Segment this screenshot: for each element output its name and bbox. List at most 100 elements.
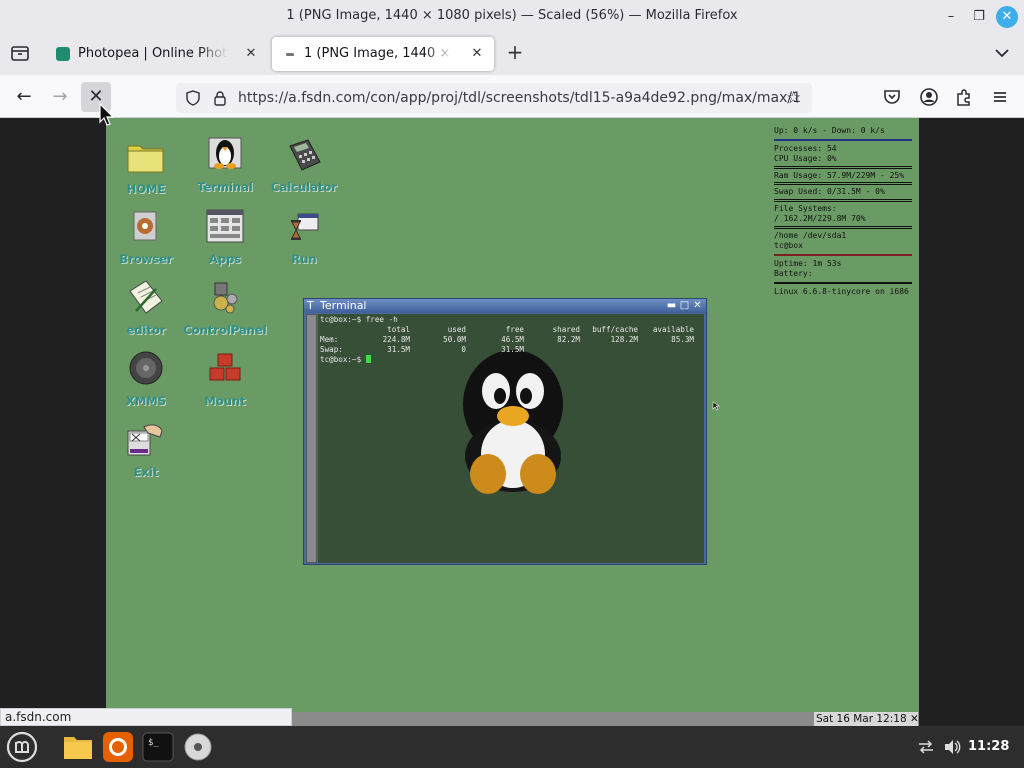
- xmms-icon: [129, 351, 163, 385]
- url-bar[interactable]: https://a.fsdn.com/con/app/proj/tdl/scre…: [176, 83, 812, 113]
- tux-wallpaper-icon: [463, 350, 563, 494]
- conky-cpu-bar: [774, 165, 912, 169]
- desktop-icon-label: ControlPanel: [183, 323, 267, 337]
- conky-processes: Processes: 54: [774, 143, 837, 153]
- conky-home-user: tc@box: [774, 241, 803, 250]
- desktop-icon-apps[interactable]: Apps: [185, 208, 265, 276]
- close-window-button[interactable]: ✕: [996, 6, 1018, 28]
- terminal-scrollbar[interactable]: [306, 314, 317, 563]
- free-cell: 85.3M: [671, 335, 694, 344]
- desktop-icon-label: Calculator: [271, 180, 337, 194]
- desktop-icon-label: Run: [291, 252, 317, 266]
- shield-icon[interactable]: [185, 90, 201, 106]
- desktop-icon-run[interactable]: Run: [264, 208, 344, 276]
- desktop-icon-browser[interactable]: Browser: [106, 208, 186, 276]
- conky-swap: Swap Used: 0/31.5M - 0%: [774, 187, 885, 196]
- tab-close-button[interactable]: ✕: [242, 45, 260, 63]
- photopea-favicon-icon: [56, 47, 70, 61]
- firefox-view-icon[interactable]: [8, 41, 32, 65]
- editor-icon: [129, 280, 163, 314]
- desktop-icon-editor[interactable]: editor: [106, 279, 186, 347]
- conky-ram: Ram Usage: 57.9M/229M - 25%: [774, 170, 905, 180]
- free-row-label: Swap:: [320, 345, 343, 354]
- desktop-icon-terminal[interactable]: Terminal: [185, 136, 265, 204]
- volume-icon[interactable]: [943, 739, 961, 755]
- free-cell: 31.5M: [501, 345, 524, 354]
- tab-photopea[interactable]: Photopea | Online Photo Editor ✕: [46, 37, 268, 71]
- pocket-icon[interactable]: [882, 87, 902, 107]
- tab-close-button[interactable]: ✕: [468, 45, 486, 63]
- firefox-icon[interactable]: [102, 731, 134, 763]
- tab-label: 1 (PNG Image, 1440 × 1080 pixels): [304, 46, 454, 61]
- terminal-icon[interactable]: $_: [142, 731, 174, 763]
- terminal-cursor: [365, 355, 371, 363]
- desktop-icon-mount[interactable]: Mount: [185, 350, 265, 418]
- free-cell: 224.8M: [382, 335, 410, 344]
- terminal-command-line: tc@box:~$ free -h: [320, 315, 398, 324]
- url-text: https://a.fsdn.com/con/app/proj/tdl/scre…: [238, 90, 802, 106]
- terminal-titlebar[interactable]: T Terminal ▬ □ ✕: [304, 299, 706, 313]
- files-icon[interactable]: [62, 731, 94, 763]
- conky-separator: [774, 281, 912, 284]
- network-icon[interactable]: [917, 739, 935, 755]
- mouse-cursor-icon: [99, 102, 115, 126]
- conky-swap-bar: [774, 198, 912, 202]
- new-tab-button[interactable]: +: [503, 41, 527, 65]
- conky-separator: [774, 253, 912, 256]
- free-cell: 82.2M: [557, 335, 580, 344]
- system-taskbar: $_ 11:28: [0, 726, 1024, 768]
- free-cell: 46.5M: [501, 335, 524, 344]
- minimize-button[interactable]: –: [940, 6, 962, 28]
- menu-icon[interactable]: [990, 87, 1010, 107]
- system-clock[interactable]: 11:28: [968, 739, 1009, 754]
- tab-png-image[interactable]: 1 (PNG Image, 1440 × 1080 pixels) ✕: [272, 37, 494, 71]
- extensions-icon[interactable]: [954, 87, 974, 107]
- free-cell: 128.2M: [610, 335, 638, 344]
- desktop-icon-exit[interactable]: Exit: [106, 421, 186, 489]
- mouse-pointer-icon: [712, 401, 720, 411]
- disc-icon[interactable]: [182, 731, 214, 763]
- control-panel-icon: [213, 282, 238, 314]
- free-column-header: shared: [552, 325, 580, 334]
- terminal-prompt: tc@box:~$: [320, 355, 366, 364]
- conky-system-monitor: Up: 0 k/s - Down: 0 k/s Processes: 54 CP…: [774, 126, 912, 297]
- conky-home: /home /dev/sda1: [774, 230, 847, 240]
- free-column-header: available: [652, 325, 694, 334]
- conky-uptime: Uptime: 1m 53s: [774, 258, 842, 268]
- free-column-header: total: [387, 325, 410, 334]
- conky-fs-label: File Systems:: [774, 203, 837, 213]
- desktop-icon-label: Exit: [133, 465, 159, 479]
- run-icon: [291, 213, 319, 240]
- free-cell: 50.0M: [443, 335, 466, 344]
- bookmark-star-button[interactable]: ☆: [786, 88, 801, 108]
- maximize-button[interactable]: ❐: [968, 6, 990, 28]
- chevron-down-icon[interactable]: [992, 43, 1012, 63]
- terminal-window[interactable]: T Terminal ▬ □ ✕ tc@box:~$ free -h total…: [303, 298, 707, 565]
- conky-fs-bar: [774, 225, 912, 229]
- lock-icon[interactable]: [212, 90, 228, 106]
- window-titlebar: 1 (PNG Image, 1440 × 1080 pixels) — Scal…: [0, 0, 1024, 33]
- page-content: HOME Terminal Calculator Browser Apps Ru…: [0, 118, 1024, 728]
- terminal-minimize-button[interactable]: ▬: [666, 300, 677, 311]
- free-column-header: buff/cache: [592, 325, 638, 334]
- desktop-icon-label: Mount: [204, 394, 246, 408]
- navigation-toolbar: ← → ✕ https://a.fsdn.com/con/app/proj/td…: [0, 75, 1024, 118]
- terminal-close-button[interactable]: ✕: [692, 300, 703, 311]
- desktop-icon-control-panel[interactable]: ControlPanel: [183, 279, 267, 347]
- tinycore-clock: Sat 16 Mar 12:18 ✕: [814, 712, 919, 726]
- terminal-screen[interactable]: tc@box:~$ free -h total used free shared buf…: [318, 314, 704, 563]
- desktop-icon-home[interactable]: HOME: [106, 138, 186, 206]
- folder-icon: [127, 145, 164, 173]
- conky-net: Up: 0 k/s - Down: 0 k/s: [774, 126, 885, 135]
- back-button[interactable]: ←: [9, 82, 39, 112]
- desktop-icon-calculator[interactable]: Calculator: [264, 136, 344, 204]
- desktop-icon-xmms[interactable]: XMMS: [106, 350, 186, 418]
- terminal-maximize-button[interactable]: □: [679, 300, 690, 311]
- account-icon[interactable]: [919, 87, 939, 107]
- conky-ram-bar: [774, 182, 912, 185]
- forward-button[interactable]: →: [45, 82, 75, 112]
- terminal-menu-icon[interactable]: T: [307, 299, 314, 313]
- mint-menu-icon[interactable]: [6, 731, 38, 763]
- exit-icon: [127, 424, 163, 456]
- calculator-icon: [289, 139, 321, 171]
